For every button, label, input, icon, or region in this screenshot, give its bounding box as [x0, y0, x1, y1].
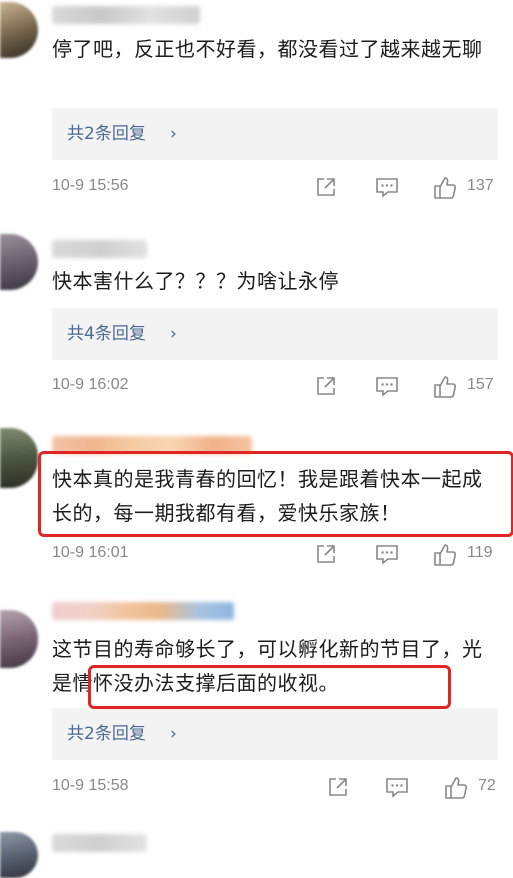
comment-meta: 10-9 15:58 72 [0, 773, 513, 803]
like-count: 72 [478, 777, 496, 794]
comment-time: 10-9 15:56 [52, 177, 129, 194]
avatar[interactable] [0, 832, 38, 878]
comment-time: 10-9 16:02 [52, 376, 129, 393]
comment-icon[interactable] [374, 542, 400, 566]
comment-item: 这节目的寿命够长了，可以孵化新的节目了，光是情怀没办法支撑后面的收视。 共2条回… [0, 596, 513, 816]
thumb-up-icon[interactable] [432, 175, 458, 201]
thumb-up-icon[interactable] [443, 775, 469, 801]
chevron-right-icon: › [170, 324, 177, 344]
reply-box[interactable]: 共2条回复 › [52, 708, 498, 760]
comment-item: 快本真的是我青春的回忆！我是跟着快本一起成长的，每一期我都有看，爱快乐家族！ 1… [0, 422, 513, 592]
comment-text-part: 这节目的寿命够长了，可以孵化新的节目了， [52, 637, 462, 661]
comment-meta: 10-9 16:02 157 [0, 372, 513, 402]
reply-box[interactable]: 共4条回复 › [52, 308, 498, 360]
share-icon[interactable] [314, 175, 338, 199]
comment-text: 这节目的寿命够长了，可以孵化新的节目了，光是情怀没办法支撑后面的收视。 [52, 632, 492, 700]
username-redacted[interactable] [52, 240, 147, 258]
share-icon[interactable] [314, 374, 338, 398]
avatar[interactable] [0, 234, 38, 290]
comment-meta: 10-9 16:01 119 [0, 540, 513, 570]
avatar[interactable] [0, 428, 38, 488]
comment-item [0, 826, 513, 878]
chevron-right-icon: › [170, 724, 177, 744]
comment-item: 快本害什么了？？？为啥让永停 共4条回复 › 10-9 16:02 157 [0, 228, 513, 418]
chevron-right-icon: › [170, 124, 177, 144]
comment-time: 10-9 15:58 [52, 777, 129, 794]
reply-box[interactable]: 共2条回复 › [52, 108, 498, 160]
avatar[interactable] [0, 610, 38, 668]
comment-time: 10-9 16:01 [52, 544, 129, 561]
username-redacted[interactable] [52, 436, 252, 454]
reply-count-link[interactable]: 共2条回复 [67, 722, 146, 746]
reply-count-link[interactable]: 共4条回复 [67, 322, 146, 346]
share-icon[interactable] [314, 542, 338, 566]
comment-icon[interactable] [384, 775, 410, 799]
comment-icon[interactable] [374, 175, 400, 199]
comment-item: 停了吧，反正也不好看，都没看过了越来越无聊 共2条回复 › 10-9 15:56… [0, 0, 513, 215]
comment-icon[interactable] [374, 374, 400, 398]
comment-text: 快本害什么了？？？为啥让永停 [52, 269, 339, 293]
thumb-up-icon[interactable] [432, 542, 458, 568]
like-count: 157 [467, 376, 494, 393]
reply-count-link[interactable]: 共2条回复 [67, 122, 146, 146]
comment-text: 停了吧，反正也不好看，都没看过了越来越无聊 [52, 37, 483, 61]
avatar[interactable] [0, 2, 38, 58]
username-redacted[interactable] [52, 834, 147, 852]
like-count: 119 [467, 544, 493, 561]
share-icon[interactable] [326, 775, 350, 799]
username-redacted[interactable] [52, 6, 200, 24]
comment-meta: 10-9 15:56 137 [0, 173, 513, 203]
username-redacted[interactable] [52, 602, 234, 620]
comment-text: 快本真的是我青春的回忆！我是跟着快本一起成长的，每一期我都有看，爱快乐家族！ [52, 467, 483, 525]
like-count: 137 [467, 177, 494, 194]
thumb-up-icon[interactable] [432, 374, 458, 400]
